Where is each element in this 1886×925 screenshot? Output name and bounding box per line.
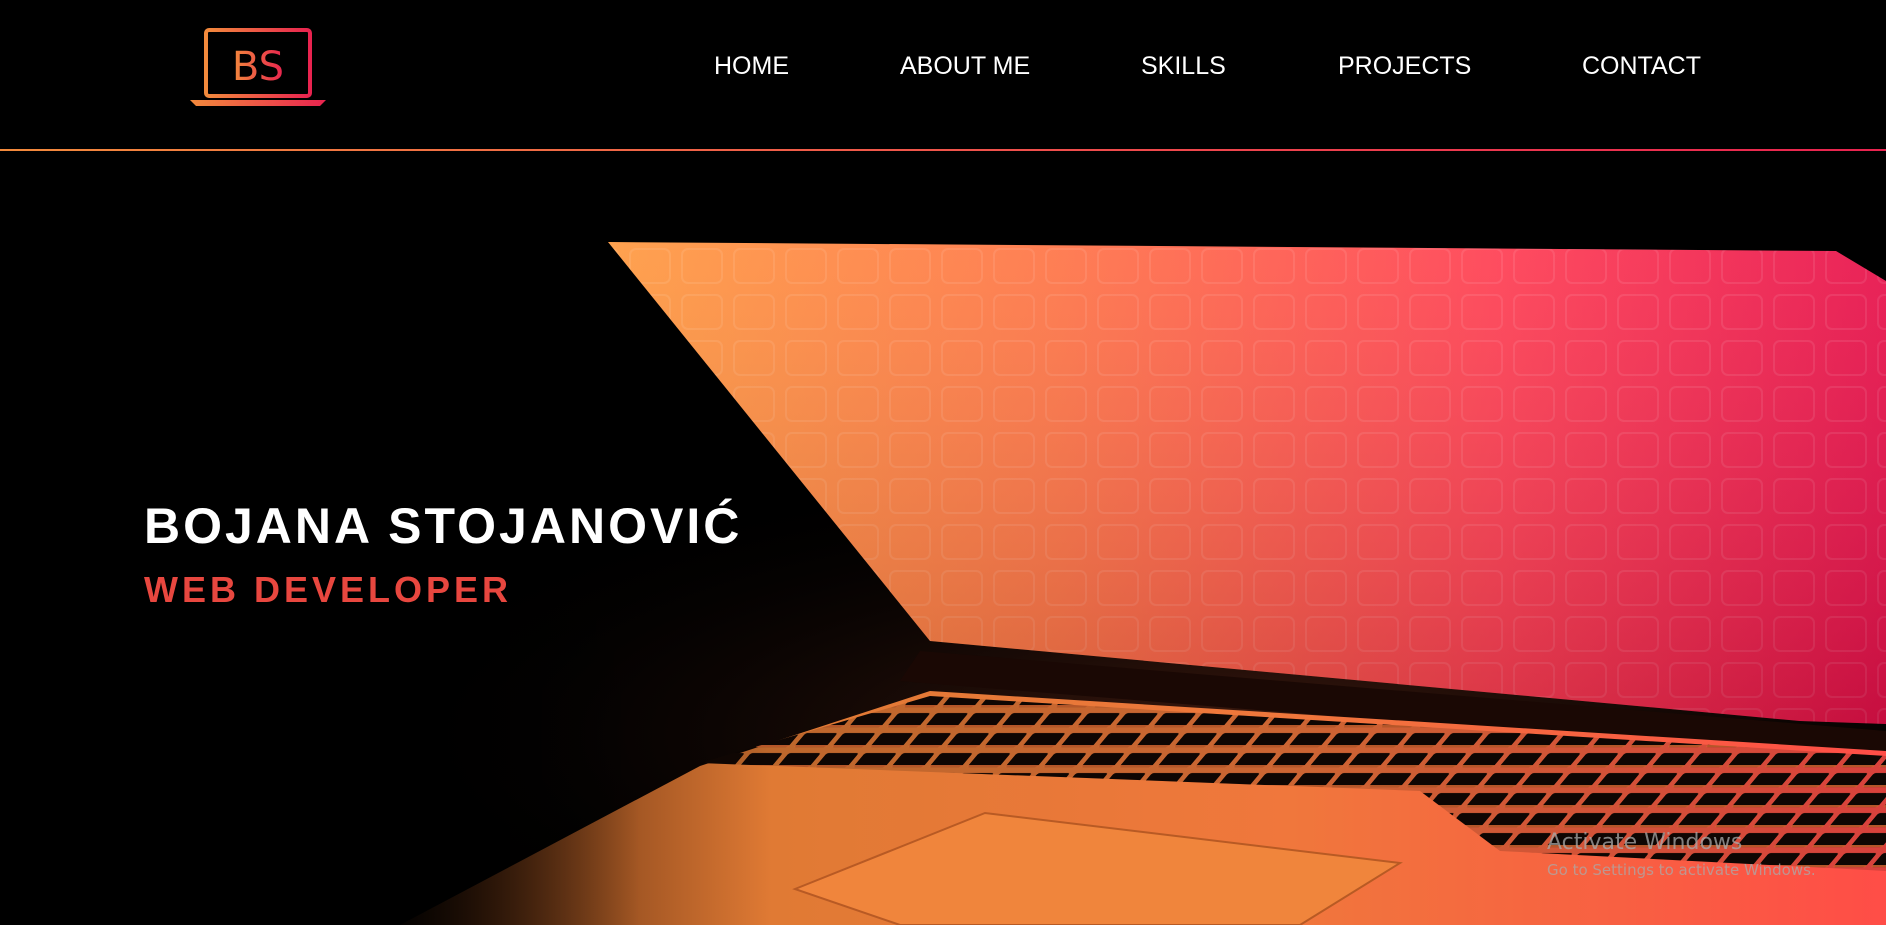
watermark-title: Activate Windows [1547, 830, 1743, 855]
nav-item-projects[interactable]: PROJECTS [1338, 52, 1471, 81]
hero-name: BOJANA STOJANOVIĆ [144, 498, 743, 554]
nav-item-contact[interactable]: CONTACT [1582, 52, 1701, 81]
hero-role: WEB DEVELOPER [144, 569, 513, 610]
nav-item-skills[interactable]: SKILLS [1141, 52, 1226, 81]
main-nav: HOME ABOUT ME SKILLS PROJECTS CONTACT [0, 0, 1886, 136]
nav-item-about-me[interactable]: ABOUT ME [900, 52, 1030, 81]
site-header: BS HOME ABOUT ME SKILLS PROJECTS CONTACT [0, 0, 1886, 151]
watermark-subtitle: Go to Settings to activate Windows. [1547, 861, 1816, 879]
activate-windows-watermark: Activate Windows Go to Settings to activ… [1547, 830, 1867, 880]
hero-section: BOJANA STOJANOVIĆ WEB DEVELOPER [0, 151, 1886, 925]
header-divider [0, 149, 1886, 151]
page: BS HOME ABOUT ME SKILLS PROJECTS CONTACT [0, 0, 1886, 925]
nav-item-home[interactable]: HOME [714, 52, 789, 81]
